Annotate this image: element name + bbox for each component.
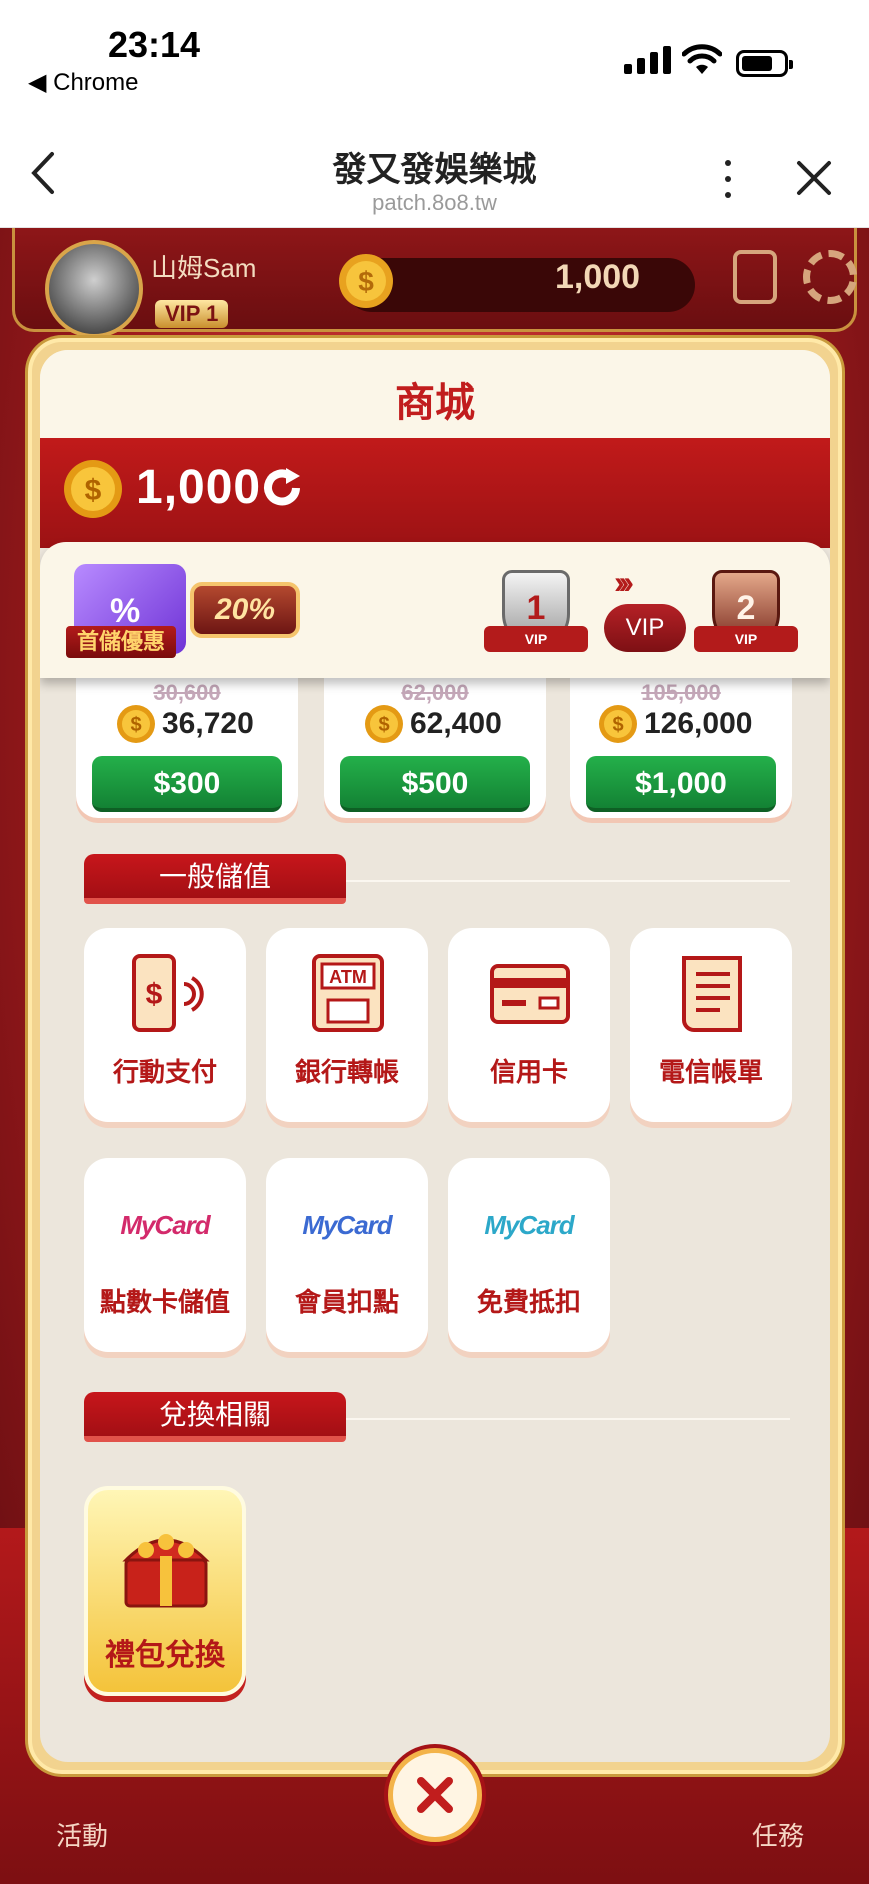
mycard-logo-icon: MyCard — [484, 1210, 574, 1240]
payment-label: 點數卡儲值 — [99, 1287, 230, 1317]
status-bar: 23:14 ◀ Chrome — [0, 0, 869, 110]
more-options-icon[interactable] — [718, 160, 738, 198]
payment-credit-card[interactable]: 信用卡 — [448, 928, 610, 1122]
payment-telecom-bill[interactable]: 電信帳單 — [630, 928, 792, 1122]
svg-text:$: $ — [85, 474, 102, 507]
page-title: 發又發娛樂城 — [332, 151, 537, 189]
coin-balance: 1,000 — [555, 258, 641, 296]
payment-mycard-points[interactable]: MyCard 點數卡儲值 — [84, 1158, 246, 1352]
svg-text:$: $ — [130, 714, 141, 736]
pack-original-coins: 105,000 — [641, 680, 721, 705]
payment-label: 會員扣點 — [294, 1287, 399, 1317]
pack-coins: $ 126,000 — [598, 704, 752, 744]
pack-coin-amount: 62,400 — [410, 707, 502, 740]
section-general-deposit: 一般儲值 — [84, 854, 346, 904]
divider — [346, 1418, 790, 1420]
chevron-right-icon: ››› — [614, 564, 634, 600]
coin-icon: $ — [339, 254, 393, 308]
coin-icon: $ — [64, 460, 122, 518]
bag-icon[interactable] — [733, 250, 777, 304]
vip1-ribbon: VIP — [484, 626, 588, 652]
vip-level-badge: VIP 1 — [155, 300, 229, 328]
coin-balance-bar — [345, 258, 695, 312]
status-time: 23:14 — [108, 24, 201, 65]
player-header: 山姆Sam VIP 1 $ 1,000 — [12, 228, 857, 338]
avatar[interactable] — [45, 240, 143, 338]
treasure-chest-icon — [122, 1534, 210, 1608]
buy-button[interactable]: $1,000 — [586, 756, 776, 812]
gear-icon[interactable] — [803, 250, 857, 304]
mycard-logo-icon: MyCard — [302, 1210, 392, 1240]
mobile-pay-icon: $ — [132, 954, 204, 1032]
coin-icon: $ — [599, 705, 637, 743]
player-name: 山姆Sam — [151, 253, 257, 283]
credit-card-icon — [490, 964, 570, 1024]
gift-exchange-button[interactable]: 禮包兌換 — [84, 1486, 246, 1696]
close-icon — [417, 1777, 453, 1813]
vip2-ribbon: VIP — [694, 626, 798, 652]
svg-text:$: $ — [146, 978, 163, 1011]
close-shop-button[interactable] — [388, 1748, 482, 1842]
svg-text:$: $ — [358, 266, 374, 297]
payment-mobile[interactable]: $ 行動支付 — [84, 928, 246, 1122]
bill-icon — [682, 956, 742, 1032]
coin-icon: $ — [365, 705, 403, 743]
payment-mycard-member[interactable]: MyCard 會員扣點 — [266, 1158, 428, 1352]
svg-text:$: $ — [612, 714, 623, 736]
battery-icon — [736, 50, 793, 77]
payment-label: 行動支付 — [112, 1057, 217, 1087]
mycard-logo-icon: MyCard — [120, 1210, 210, 1240]
buy-button[interactable]: $500 — [340, 756, 530, 812]
vip-to-number: 2 — [736, 589, 756, 627]
shop-title: 商城 — [395, 381, 475, 425]
svg-text:ATM: ATM — [329, 967, 367, 987]
close-browser-icon[interactable] — [796, 160, 832, 196]
promo-ribbon: 首儲優惠 — [66, 626, 176, 658]
divider — [346, 880, 790, 882]
first-deposit-promo[interactable]: 首儲優惠 20% 1 VIP ››› VIP 2 VIP — [40, 542, 830, 678]
payment-label: 銀行轉帳 — [294, 1057, 399, 1087]
payment-label: 免費抵扣 — [476, 1287, 581, 1317]
shop-panel: 商城 $ 1,000 首儲優惠 20% 1 VIP ››› VIP 2 VIP — [40, 350, 830, 1762]
pack-coins: $ 62,400 — [364, 704, 502, 744]
page-url: patch.8o8.tw — [372, 190, 497, 215]
pack-coins: $ 36,720 — [116, 704, 254, 744]
gift-exchange-label: 禮包兌換 — [105, 1639, 225, 1672]
payment-bank-transfer[interactable]: ATM 銀行轉帳 — [266, 928, 428, 1122]
section-exchange: 兌換相關 — [84, 1392, 346, 1442]
buy-button[interactable]: $300 — [92, 756, 282, 812]
wifi-icon — [682, 44, 722, 74]
payment-mycard-free[interactable]: MyCard 免費抵扣 — [448, 1158, 610, 1352]
refresh-icon[interactable] — [260, 466, 304, 510]
coin-icon: $ — [117, 705, 155, 743]
browser-toolbar: 發又發娛樂城 patch.8o8.tw — [0, 110, 869, 228]
shop-title-bar: 商城 — [40, 350, 830, 438]
pack-original-coins: 30,600 — [153, 680, 221, 705]
atm-icon: ATM — [312, 954, 384, 1032]
pack-coin-amount: 126,000 — [644, 707, 753, 740]
discount-tag: 20% — [190, 582, 300, 638]
back-to-app-link[interactable]: ◀ Chrome — [28, 68, 138, 97]
pack-coin-amount: 36,720 — [162, 707, 254, 740]
pack-original-coins: 62,000 — [401, 680, 469, 705]
payment-label: 電信帳單 — [658, 1057, 763, 1087]
shop-modal: 商城 $ 1,000 首儲優惠 20% 1 VIP ››› VIP 2 VIP — [28, 338, 842, 1774]
payment-label: 信用卡 — [489, 1057, 568, 1087]
dock-item-tasks[interactable]: 任務 — [752, 1816, 804, 1853]
signal-icon — [624, 46, 671, 74]
vip-from-number: 1 — [526, 589, 546, 627]
vip-upgrade-pill: VIP — [604, 604, 686, 652]
shop-balance: 1,000 — [136, 461, 262, 514]
dock-item-activity[interactable]: 活動 — [56, 1816, 108, 1853]
svg-text:$: $ — [378, 714, 389, 736]
